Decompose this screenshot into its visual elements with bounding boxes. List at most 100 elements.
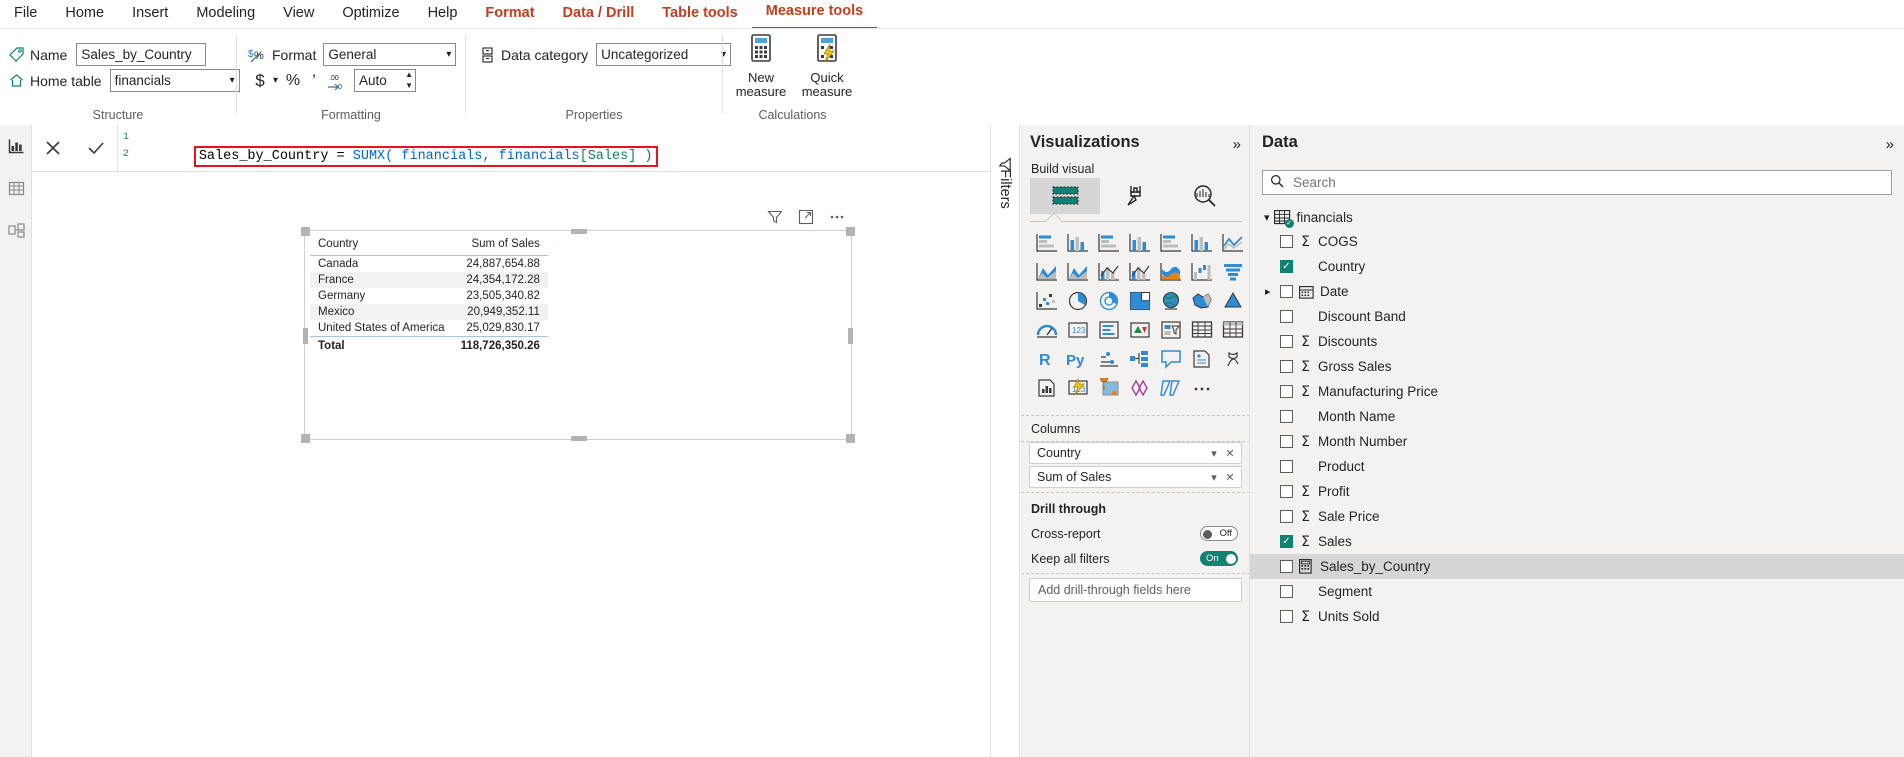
field-checkbox[interactable] bbox=[1280, 235, 1293, 248]
analytics-tab[interactable] bbox=[1170, 178, 1240, 214]
field-item-discounts[interactable]: Σ Discounts bbox=[1250, 329, 1904, 354]
field-checkbox[interactable] bbox=[1280, 385, 1293, 398]
resize-handle-bottom-left[interactable] bbox=[301, 434, 310, 443]
decomposition-tree-icon[interactable] bbox=[1125, 345, 1155, 372]
field-item-segment[interactable]: Segment bbox=[1250, 579, 1904, 604]
decrease-decimals-icon[interactable]: .00 0 bbox=[324, 72, 348, 90]
ribbon-tab-format[interactable]: Format bbox=[471, 0, 548, 29]
resize-handle-middle-right[interactable] bbox=[848, 328, 853, 344]
treemap-icon[interactable] bbox=[1125, 287, 1155, 314]
field-checkbox[interactable] bbox=[1280, 435, 1293, 448]
measure-name-input[interactable] bbox=[76, 43, 207, 66]
formula-code[interactable]: Sales_by_Country = SUMX( financials, fin… bbox=[132, 125, 994, 171]
focus-mode-icon[interactable] bbox=[797, 208, 815, 226]
pie-chart-icon[interactable] bbox=[1063, 287, 1093, 314]
table-row[interactable]: Canada 24,887,654.88 bbox=[310, 256, 548, 273]
r-script-visual-icon[interactable]: R bbox=[1032, 345, 1062, 372]
ribbon-tab-data-drill[interactable]: Data / Drill bbox=[549, 0, 649, 29]
matrix-icon[interactable] bbox=[1218, 316, 1248, 343]
ribbon-tab-view[interactable]: View bbox=[269, 0, 328, 29]
key-influencers-icon[interactable] bbox=[1094, 345, 1124, 372]
ribbon-tab-home[interactable]: Home bbox=[51, 0, 118, 29]
more-visuals-icon[interactable] bbox=[1187, 374, 1217, 401]
field-item-gross-sales[interactable]: Σ Gross Sales bbox=[1250, 354, 1904, 379]
resize-handle-top-right[interactable] bbox=[846, 227, 855, 236]
remove-field-icon[interactable]: ✕ bbox=[1222, 447, 1238, 460]
check-commit-icon[interactable] bbox=[80, 132, 112, 164]
donut-chart-icon[interactable] bbox=[1094, 287, 1124, 314]
field-checkbox[interactable] bbox=[1280, 285, 1293, 298]
waterfall-chart-icon[interactable] bbox=[1187, 258, 1217, 285]
paginated-report-icon[interactable] bbox=[1032, 374, 1062, 401]
sidebar-item-model-view[interactable] bbox=[0, 209, 32, 251]
field-item-product[interactable]: Product bbox=[1250, 454, 1904, 479]
data-category-select[interactable]: Uncategorized bbox=[596, 43, 732, 66]
chevron-double-right-icon[interactable]: » bbox=[1233, 136, 1241, 153]
resize-handle-bottom-right[interactable] bbox=[846, 434, 855, 443]
field-well-item[interactable]: Sum of Sales ▾ ✕ bbox=[1029, 466, 1242, 488]
resize-handle-bottom-center[interactable] bbox=[571, 436, 587, 441]
field-item-discount-band[interactable]: Discount Band bbox=[1250, 304, 1904, 329]
kpi-icon[interactable] bbox=[1125, 316, 1155, 343]
field-checkbox[interactable] bbox=[1280, 410, 1293, 423]
search-input[interactable] bbox=[1291, 174, 1891, 191]
field-item-cogs[interactable]: Σ COGS bbox=[1250, 229, 1904, 254]
funnel-chart-icon[interactable] bbox=[1218, 258, 1248, 285]
build-visual-tab[interactable] bbox=[1030, 178, 1100, 214]
field-checkbox[interactable] bbox=[1280, 610, 1293, 623]
stacked-bar-chart-icon[interactable] bbox=[1032, 229, 1062, 256]
keep-all-filters-toggle[interactable]: On bbox=[1200, 551, 1238, 566]
ribbon-tab-optimize[interactable]: Optimize bbox=[328, 0, 413, 29]
filters-pane-collapsed[interactable]: Filters bbox=[990, 125, 1020, 757]
report-canvas[interactable]: Country Sum of Sales Canada 24,887,654.88… bbox=[32, 172, 990, 757]
field-item-sales[interactable]: ✓ Σ Sales bbox=[1250, 529, 1904, 554]
ribbon-tab-table-tools[interactable]: Table tools bbox=[648, 0, 751, 29]
arcgis-map-icon[interactable] bbox=[1094, 374, 1124, 401]
currency-dollar-icon[interactable]: $ bbox=[251, 71, 269, 91]
sales-by-country-table[interactable]: Country Sum of Sales Canada 24,887,654.88… bbox=[310, 234, 548, 354]
chevron-down-icon[interactable]: ▾ bbox=[1206, 447, 1222, 460]
field-checkbox[interactable] bbox=[1280, 310, 1293, 323]
column-header-country[interactable]: Country bbox=[310, 234, 453, 256]
visio-icon[interactable] bbox=[1156, 374, 1186, 401]
cross-report-toggle[interactable]: Off bbox=[1200, 526, 1238, 541]
field-checkbox[interactable] bbox=[1280, 560, 1293, 573]
filter-icon[interactable] bbox=[766, 208, 784, 226]
data-search-box[interactable] bbox=[1262, 170, 1892, 195]
power-automate-icon[interactable] bbox=[1125, 374, 1155, 401]
stacked-column-chart-icon[interactable] bbox=[1063, 229, 1093, 256]
line-clustered-column-chart-icon[interactable] bbox=[1125, 258, 1155, 285]
table-node-financials[interactable]: ▾ ✓ financials bbox=[1250, 205, 1904, 229]
chevron-double-right-icon[interactable]: » bbox=[1886, 136, 1894, 153]
field-item-sale-price[interactable]: Σ Sale Price bbox=[1250, 504, 1904, 529]
chevron-right-icon[interactable]: ▸ bbox=[1265, 285, 1271, 298]
format-select[interactable]: General bbox=[323, 43, 457, 66]
field-item-date[interactable]: ▸ Date bbox=[1250, 279, 1904, 304]
home-table-select[interactable]: financials bbox=[109, 69, 240, 92]
column-header-sum-of-sales[interactable]: Sum of Sales bbox=[452, 234, 548, 256]
metrics-icon[interactable] bbox=[1218, 345, 1248, 372]
azure-map-icon[interactable] bbox=[1218, 287, 1248, 314]
remove-field-icon[interactable]: ✕ bbox=[1222, 471, 1238, 484]
field-item-profit[interactable]: Σ Profit bbox=[1250, 479, 1904, 504]
clustered-bar-chart-icon[interactable] bbox=[1094, 229, 1124, 256]
ribbon-tab-measure-tools[interactable]: Measure tools bbox=[751, 0, 878, 29]
line-stacked-column-chart-icon[interactable] bbox=[1094, 258, 1124, 285]
table-icon[interactable] bbox=[1187, 316, 1217, 343]
multi-row-card-icon[interactable] bbox=[1094, 316, 1124, 343]
spinner-up-icon[interactable]: ▲ bbox=[405, 70, 413, 80]
chevron-down-icon[interactable]: ▾ bbox=[269, 75, 282, 86]
field-item-manufacturing-price[interactable]: Σ Manufacturing Price bbox=[1250, 379, 1904, 404]
ribbon-tab-file[interactable]: File bbox=[0, 0, 51, 29]
filled-map-icon[interactable] bbox=[1187, 287, 1217, 314]
field-checkbox[interactable] bbox=[1280, 485, 1293, 498]
scatter-chart-icon[interactable] bbox=[1032, 287, 1062, 314]
area-chart-icon[interactable] bbox=[1032, 258, 1062, 285]
field-checkbox[interactable]: ✓ bbox=[1280, 260, 1293, 273]
gauge-icon[interactable] bbox=[1032, 316, 1062, 343]
python-visual-icon[interactable]: Py bbox=[1063, 345, 1093, 372]
sidebar-item-table-view[interactable] bbox=[0, 167, 32, 209]
quick-measure-button[interactable]: Quick measure bbox=[795, 34, 859, 99]
ribbon-tab-insert[interactable]: Insert bbox=[118, 0, 182, 29]
sidebar-item-report-view[interactable] bbox=[0, 125, 32, 167]
